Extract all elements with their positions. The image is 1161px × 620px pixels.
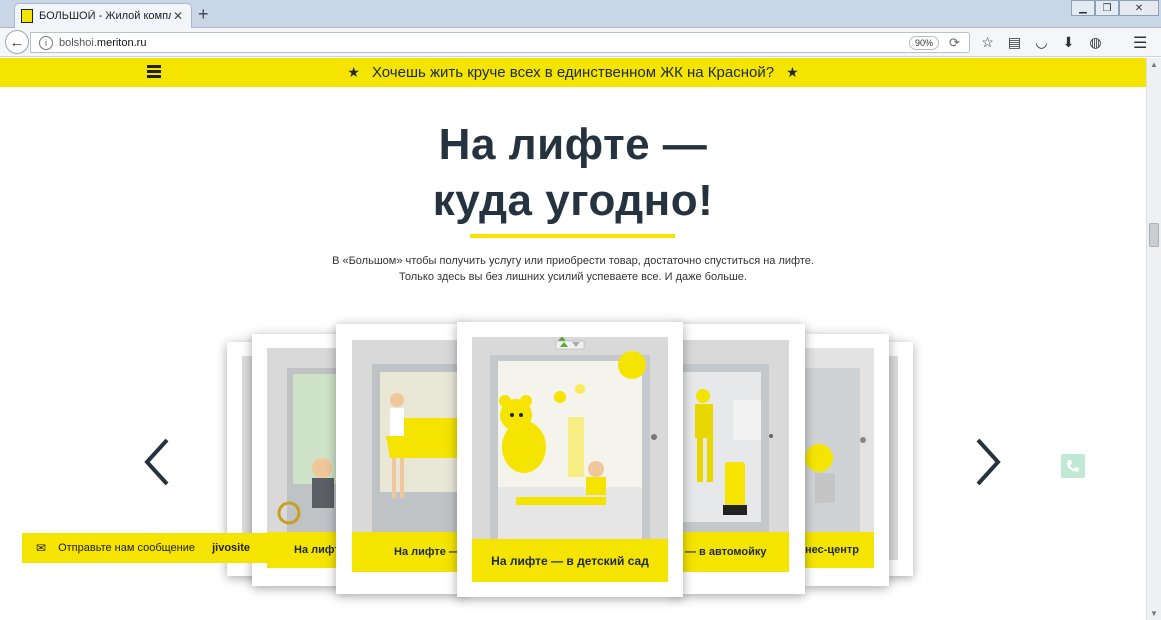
reading-list-icon[interactable]: ▤ <box>1005 33 1024 52</box>
subtitle-line2: Только здесь вы без лишних усилий успева… <box>399 271 747 283</box>
window-controls: ▁ ❐ ✕ <box>1071 0 1159 16</box>
download-icon[interactable]: ⬇ <box>1059 33 1078 52</box>
new-tab-button[interactable]: + <box>198 4 209 25</box>
page-title-line2: куда угодно! <box>432 176 714 225</box>
site-menu-icon[interactable] <box>147 65 161 79</box>
elevator-photo-tennis <box>352 340 466 532</box>
scroll-thumb[interactable] <box>1149 223 1159 247</box>
jivosite-chat-widget[interactable]: ✉ Отправьте нам сообщение jivosite <box>22 533 294 563</box>
site-info-icon[interactable]: i <box>39 35 53 50</box>
carousel-card[interactable]: нес-центр <box>805 334 889 586</box>
back-button[interactable]: ← <box>5 30 29 54</box>
card-label: На лифте — <box>352 532 466 572</box>
scroll-down-icon[interactable]: ▼ <box>1150 609 1158 618</box>
star-icon: ★ <box>347 64 360 80</box>
carousel-card[interactable]: На лифте — <box>336 324 466 594</box>
scroll-up-icon[interactable]: ▲ <box>1150 60 1158 69</box>
tab-close-icon[interactable]: ✕ <box>171 9 185 23</box>
star-icon: ★ <box>786 64 799 80</box>
card-photo <box>673 340 789 532</box>
carousel-card[interactable]: — в автомойку <box>673 324 805 594</box>
carousel-next-icon[interactable] <box>972 436 1004 488</box>
page-scrollbar[interactable]: ▲ ▼ <box>1146 58 1161 620</box>
browser-tab-bar: БОЛЬШОЙ - Жилой компл€ ✕ + ▁ ❐ ✕ <box>0 0 1161 28</box>
promo-text-row[interactable]: ★ Хочешь жить круче всех в единственном … <box>0 58 1146 87</box>
browser-tab[interactable]: БОЛЬШОЙ - Жилой компл€ ✕ <box>14 3 192 28</box>
card-label: нес-центр <box>805 532 874 568</box>
subtitle-line1: В «Большом» чтобы получить услугу или пр… <box>332 255 814 267</box>
page-title-line1: На лифте — <box>438 120 708 169</box>
restore-icon[interactable]: ❐ <box>1095 0 1119 16</box>
card-label: — в автомойку <box>673 532 789 572</box>
elevator-photo-kindergarten <box>472 337 668 539</box>
browser-menu-icon[interactable]: ☰ <box>1133 33 1152 52</box>
envelope-icon: ✉ <box>36 541 47 555</box>
callback-phone-icon[interactable] <box>1061 454 1085 478</box>
pocket-icon[interactable]: ◡ <box>1032 33 1051 52</box>
card-photo <box>472 337 668 539</box>
carousel-prev-icon[interactable] <box>141 436 173 488</box>
minimize-icon[interactable]: ▁ <box>1071 0 1095 16</box>
close-window-icon[interactable]: ✕ <box>1119 0 1159 16</box>
extension-icon[interactable]: ◍ <box>1086 33 1105 52</box>
chat-prompt: Отправьте нам сообщение <box>58 542 196 554</box>
carousel-card[interactable] <box>886 342 913 576</box>
carousel-card-active[interactable]: На лифте — в детский сад <box>457 322 683 597</box>
reload-icon[interactable]: ⟳ <box>949 35 969 51</box>
card-label: На лифте — в детский сад <box>472 539 668 582</box>
elevator-photo-fitness <box>805 348 874 532</box>
jivosite-logo: jivosite <box>212 542 250 554</box>
site-favicon-icon <box>21 9 33 23</box>
address-bar[interactable]: i bolshoi.meriton.ru 90% ⟳ <box>30 32 970 53</box>
page-content: ★ Хочешь жить круче всех в единственном … <box>0 58 1146 620</box>
card-photo <box>805 348 874 532</box>
card-photo <box>352 340 466 532</box>
promo-banner: ★ Хочешь жить круче всех в единственном … <box>0 58 1146 87</box>
bookmark-star-icon[interactable]: ☆ <box>978 33 997 52</box>
url-text: bolshoi.meriton.ru <box>59 36 147 49</box>
title-underline <box>470 234 675 238</box>
promo-text: Хочешь жить круче всех в единственном ЖК… <box>371 64 775 81</box>
elevator-photo-carwash <box>673 340 789 532</box>
browser-nav-bar: ← i bolshoi.meriton.ru 90% ⟳ ☆ ▤ ◡ ⬇ ◍ ☰ <box>0 28 1161 57</box>
tab-title: БОЛЬШОЙ - Жилой компл€ <box>39 10 171 22</box>
zoom-indicator[interactable]: 90% <box>908 35 939 50</box>
